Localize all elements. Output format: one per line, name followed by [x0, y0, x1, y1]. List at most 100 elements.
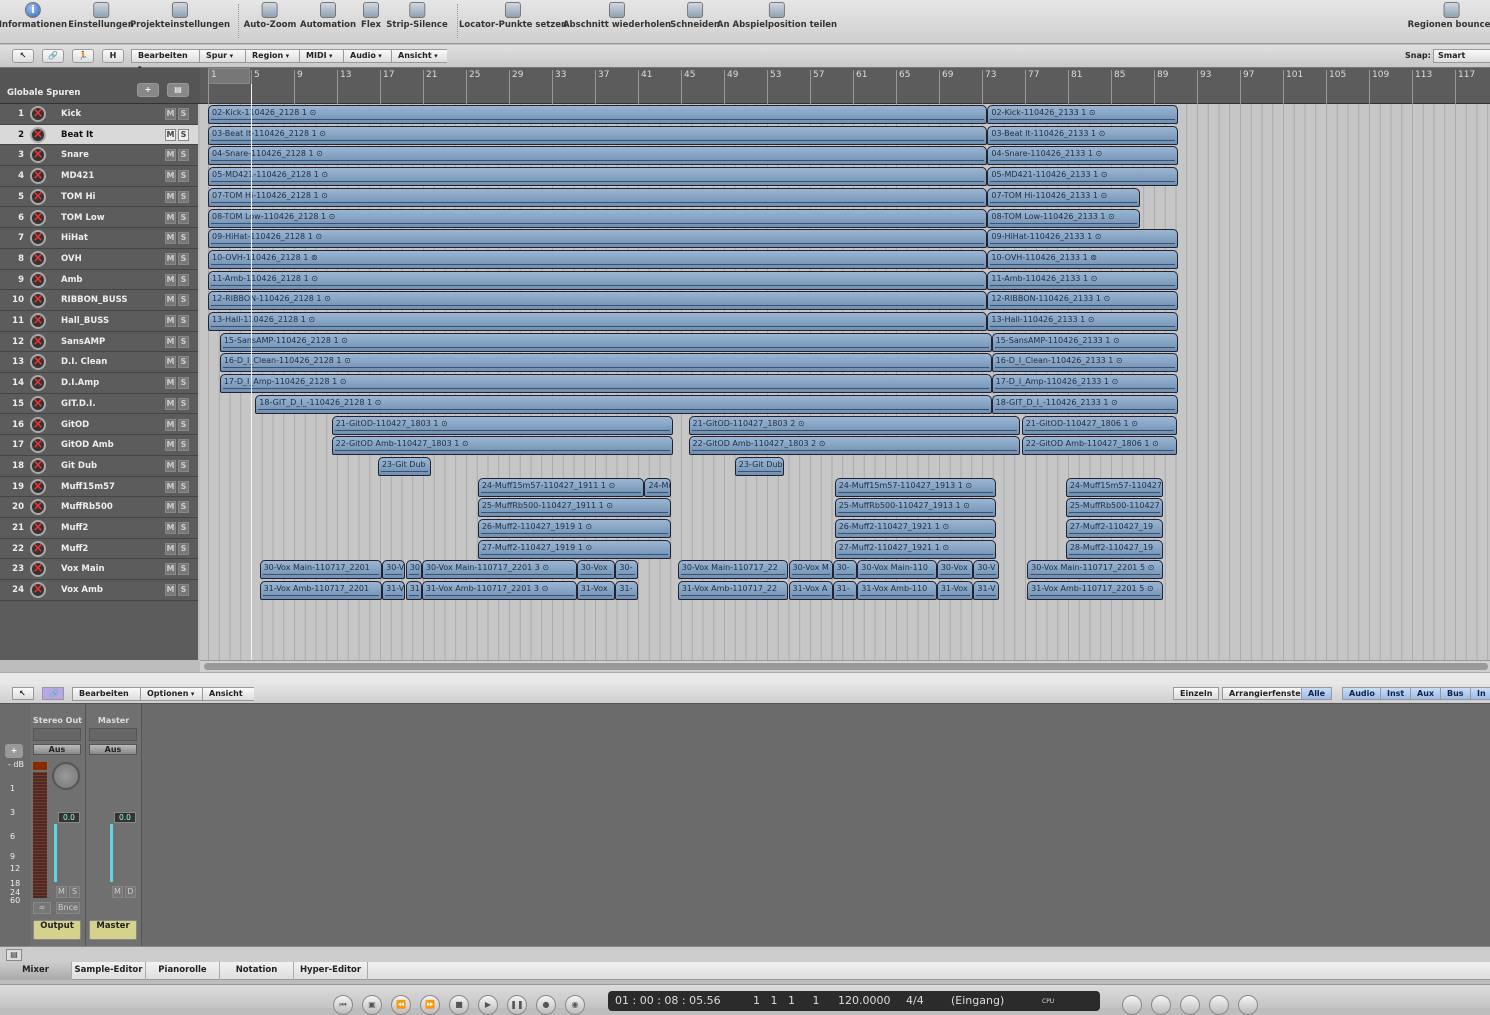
mute-button[interactable]: M — [165, 315, 176, 327]
solo-button[interactable]: S — [178, 273, 189, 286]
insert-slot[interactable] — [33, 728, 81, 741]
menu-ansicht[interactable]: Ansicht — [391, 49, 447, 63]
menu-bearbeiten[interactable]: Bearbeiten — [72, 687, 140, 701]
bar-ruler[interactable]: 1 5 9 13 17 21 25 29 33 37 41 45 49 53 57 61 65 69 73 77 81 8… — [200, 68, 1490, 104]
menu-ansicht[interactable]: Ansicht — [202, 687, 254, 701]
audio-region[interactable]: 05-MD421-110426_2133 1 ⊙ — [987, 167, 1178, 187]
insert-slot[interactable] — [89, 728, 137, 741]
mute-button[interactable]: M — [165, 170, 176, 183]
track-header[interactable]: 18 × Git Dub M S — [0, 456, 198, 477]
track-options-button[interactable]: ▤ — [167, 83, 189, 97]
mute-button[interactable]: M — [112, 886, 123, 898]
back-icon[interactable]: ↖ — [12, 687, 34, 700]
mute-button[interactable]: M — [165, 356, 176, 369]
back-icon[interactable]: ↖ — [12, 49, 34, 63]
audio-region[interactable]: 30-Vox Main-110717_2201 5 ⊙ — [1027, 560, 1163, 580]
volume-fader[interactable] — [110, 824, 113, 882]
audio-region[interactable]: 30-Vox — [576, 560, 616, 580]
track-header[interactable]: 9 × Amb M S — [0, 270, 198, 291]
toolbar-info-button[interactable]: i Informationen — [0, 2, 67, 30]
audio-region[interactable]: 07-TOM Hi-110426_2128 1 ⊙ — [208, 187, 988, 207]
mute-button[interactable]: M — [165, 522, 176, 534]
scroll-thumb[interactable] — [204, 663, 1488, 670]
audio-region[interactable]: 31-V — [973, 581, 1000, 601]
capture-record-icon[interactable]: ◉ — [565, 995, 585, 1015]
mute-button[interactable]: M — [165, 377, 176, 390]
go-to-start-icon[interactable]: ⏮ — [333, 995, 353, 1015]
audio-region[interactable]: 11-Amb-110426_2128 1 ⊙ — [208, 270, 988, 290]
audio-region[interactable]: 25-MuffRb500-110427 — [1065, 498, 1163, 518]
filter-type-aux[interactable]: Aux — [1410, 687, 1442, 700]
audio-region[interactable]: 16-D_I_Clean-110426_2128 1 ⊙ — [219, 353, 992, 373]
mute-button[interactable]: M — [165, 480, 176, 493]
audio-region[interactable]: 09-HiHat-110426_2128 1 ⊙ — [208, 229, 988, 249]
group-button[interactable]: Aus — [89, 744, 137, 755]
toolbar-repeat-section-button[interactable]: Abschnitt wiederholen — [563, 2, 671, 30]
volume-value[interactable]: 0.0 — [114, 812, 136, 823]
audio-region[interactable]: 15-SansAMP-110426_2133 1 ⊙ — [991, 332, 1178, 352]
solo-button[interactable]: S — [178, 480, 189, 493]
audio-region[interactable]: 31-Vox Amb-110717_2201 3 ⊙ — [421, 581, 577, 601]
audio-region[interactable]: 31-Vox Amb-110717_2201 — [259, 581, 383, 601]
link-icon[interactable]: 🔗 — [42, 49, 64, 63]
audio-region[interactable]: 28-Muff2-110427_19 — [1065, 539, 1163, 559]
solo-button[interactable]: S — [178, 149, 189, 162]
audio-region[interactable]: 02-Kick-110426_2133 1 ⊙ — [987, 105, 1178, 124]
track-header[interactable]: 21 × Muff2 M S — [0, 518, 198, 539]
toolbar-bounce-button[interactable]: Regionen bouncen — [1408, 2, 1490, 30]
audio-region[interactable]: 31 — [405, 581, 422, 601]
mute-button[interactable]: M — [165, 563, 176, 576]
filter-einzeln[interactable]: Einzeln — [1173, 687, 1220, 700]
add-strip-button[interactable]: + — [5, 744, 23, 758]
audio-region[interactable]: 13-Hall-110426_2128 1 ⊙ — [208, 312, 988, 331]
mute-button[interactable]: M — [165, 211, 176, 224]
mute-button[interactable]: M — [165, 335, 176, 348]
group-button[interactable]: Aus — [33, 744, 81, 755]
bounce-button[interactable]: Bnce — [56, 902, 80, 914]
add-track-button[interactable]: + — [137, 83, 159, 97]
solo-button[interactable]: S — [178, 397, 189, 410]
mute-button[interactable]: M — [165, 459, 176, 472]
mute-button[interactable]: M — [165, 439, 176, 452]
stereo-link-icon[interactable]: ∞ — [33, 902, 51, 914]
catch-icon[interactable]: 🏃 — [72, 49, 94, 63]
solo-button[interactable]: S — [178, 252, 189, 265]
solo-button[interactable]: S — [69, 886, 80, 898]
audio-region[interactable]: 12-RIBBON-110426_2128 1 ⊙ — [208, 291, 988, 311]
track-header[interactable]: 10 × RIBBON_BUSS M S — [0, 290, 198, 311]
toolbar-automation-button[interactable]: Automation — [300, 2, 356, 30]
audio-region[interactable]: 26-Muff2-110427_1919 1 ⊙ — [477, 519, 672, 538]
solo-button[interactable]: S — [178, 377, 189, 390]
track-header[interactable]: 17 × GitOD Amb M S — [0, 435, 198, 456]
audio-region[interactable]: 30-Vox Main-110 — [857, 560, 937, 580]
audio-region[interactable]: 11-Amb-110426_2133 1 ⊙ — [987, 270, 1178, 290]
track-header[interactable]: 20 × MuffRb500 M S — [0, 497, 198, 518]
lcd-display[interactable]: 01 : 00 : 08 : 05.56 1 1 1 1 120.0000 4/… — [608, 991, 1100, 1011]
menu-audio[interactable]: Audio — [343, 49, 391, 63]
track-header[interactable]: 11 × Hall_BUSS M S — [0, 311, 198, 332]
audio-region[interactable]: 18-GIT_D_I_-110426_2133 1 ⊙ — [991, 394, 1178, 414]
mute-button[interactable]: M — [165, 418, 176, 431]
snap-select[interactable]: Smart — [1433, 49, 1490, 63]
mute-button[interactable]: M — [165, 294, 176, 307]
audio-region[interactable]: 09-HiHat-110426_2133 1 ⊙ — [987, 229, 1178, 249]
solo-button[interactable]: S — [178, 563, 189, 576]
track-header[interactable]: 22 × Muff2 M S — [0, 539, 198, 560]
mute-button[interactable]: M — [165, 149, 176, 162]
audio-region[interactable]: 07-TOM Hi-110426_2133 1 ⊙ — [987, 187, 1141, 207]
filter-type-audio[interactable]: Audio — [1342, 687, 1382, 700]
audio-region[interactable]: 21-GitOD-110427_1806 1 ⊙ — [1021, 415, 1177, 435]
arrange-area[interactable]: 02-Kick-110426_2128 1 ⊙ 02-Kick-110426_21… — [200, 104, 1490, 660]
track-header[interactable]: 23 × Vox Main M S — [0, 559, 198, 581]
filter-type-bus[interactable]: Bus — [1440, 687, 1471, 700]
audio-region[interactable]: 27-Muff2-110427_19 — [1065, 519, 1163, 538]
audio-region[interactable]: 18-GIT_D_I_-110426_2128 1 ⊙ — [255, 394, 992, 414]
toolbar-settings-button[interactable]: Einstellungen — [68, 2, 134, 30]
audio-region[interactable]: 27-Muff2-110427_1921 1 ⊙ — [834, 539, 996, 559]
hide-button[interactable]: H — [102, 49, 124, 63]
mute-button[interactable]: M — [165, 584, 176, 597]
solo-button[interactable]: S — [178, 232, 189, 245]
audio-region[interactable]: 30-Vox — [382, 560, 405, 580]
horizontal-scrollbar[interactable] — [200, 660, 1490, 672]
audio-region[interactable]: 24-Muff15m57-110427_1911 1 ⊙ — [477, 477, 645, 497]
